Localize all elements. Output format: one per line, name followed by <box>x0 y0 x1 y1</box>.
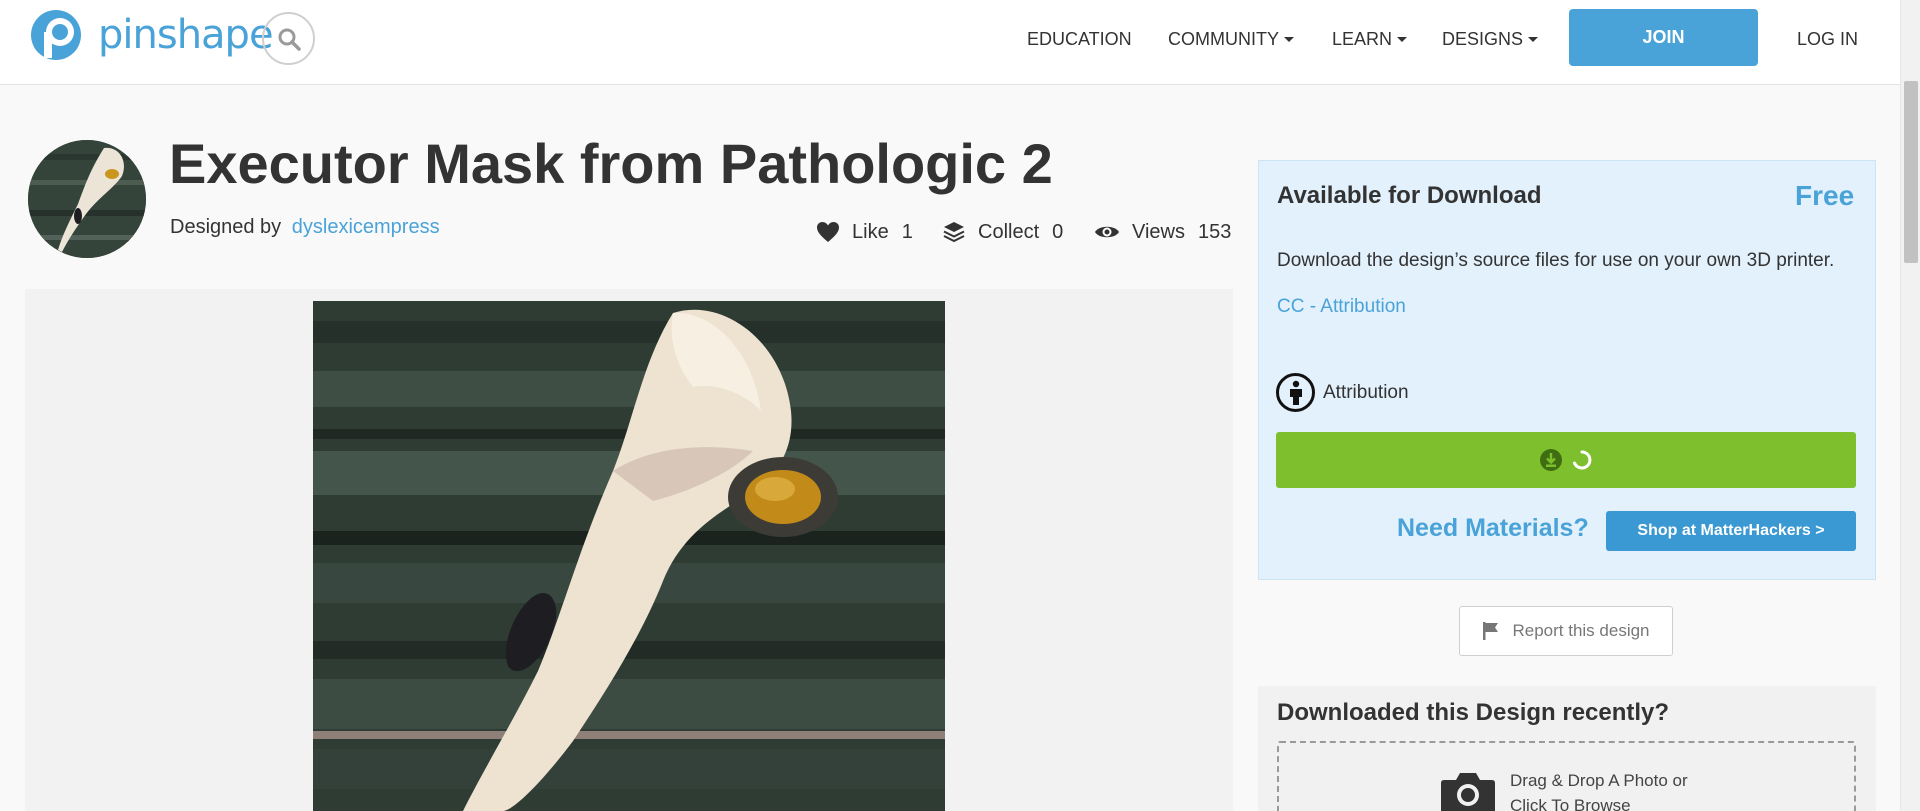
dropzone-line-1: Drag & Drop A Photo or <box>1510 771 1688 790</box>
nav-community[interactable]: COMMUNITY <box>1168 0 1294 78</box>
price-label: Free <box>1795 180 1855 211</box>
like-label: Like <box>852 220 889 243</box>
collect-label: Collect <box>978 220 1040 243</box>
flag-icon <box>1483 622 1499 640</box>
nav-designs[interactable]: DESIGNS <box>1442 0 1539 78</box>
search-button[interactable] <box>262 12 315 65</box>
download-button[interactable] <box>1276 432 1856 488</box>
join-button[interactable]: JOIN <box>1569 9 1758 66</box>
collect-count: 0 <box>1052 220 1064 243</box>
download-icon <box>1540 449 1562 471</box>
pinshape-logo-icon <box>31 10 81 60</box>
designed-by-label: Designed by <box>170 216 282 238</box>
caret-down-icon <box>1528 36 1539 42</box>
download-title: Available for Download <box>1277 182 1542 209</box>
designed-by: Designed by dyslexicempress <box>170 216 440 239</box>
camera-icon <box>1441 773 1495 811</box>
like-button[interactable]: Like 1 <box>816 216 913 248</box>
download-description: Download the design’s source files for u… <box>1277 250 1835 271</box>
caret-down-icon <box>1397 36 1408 42</box>
nav-learn[interactable]: LEARN <box>1332 0 1408 78</box>
attribution-label: Attribution <box>1323 381 1409 403</box>
nav-education[interactable]: EDUCATION <box>1027 0 1132 78</box>
avatar-image <box>28 140 146 258</box>
login-link[interactable]: LOG IN <box>1797 0 1858 78</box>
layers-icon <box>943 222 965 243</box>
caret-down-icon <box>1284 36 1294 42</box>
design-photo[interactable] <box>313 301 945 811</box>
shop-matterhackers-button[interactable]: Shop at MatterHackers > <box>1606 511 1856 551</box>
nav-designs-label: DESIGNS <box>1442 28 1524 49</box>
report-label: Report this design <box>1512 621 1650 640</box>
site-logo[interactable]: pinshape <box>26 8 274 62</box>
heart-icon <box>817 222 839 242</box>
eye-icon <box>1095 226 1119 238</box>
attribution-row: Attribution <box>1276 373 1409 412</box>
like-count: 1 <box>901 220 913 243</box>
designer-link[interactable]: dyslexicempress <box>292 216 440 238</box>
dropzone-line-2: Click To Browse <box>1510 796 1631 811</box>
attribution-person-icon <box>1276 373 1315 412</box>
nav-learn-label: LEARN <box>1332 28 1393 49</box>
logo-text: pinshape <box>98 12 274 58</box>
report-design-button[interactable]: Report this design <box>1459 606 1673 656</box>
dropzone-text: Drag & Drop A Photo or Click To Browse <box>1510 768 1688 811</box>
search-icon <box>278 28 301 51</box>
design-title: Executor Mask from Pathologic 2 <box>169 132 1053 195</box>
views-count: 153 <box>1198 220 1232 243</box>
designer-avatar[interactable] <box>28 140 146 258</box>
collect-button[interactable]: Collect 0 <box>942 216 1063 248</box>
scrollbar-thumb[interactable] <box>1904 81 1918 263</box>
site-header: pinshape EDUCATION COMMUNITY LEARN DESIG… <box>0 0 1900 85</box>
need-materials-label: Need Materials? <box>1397 514 1589 542</box>
login-label: LOG IN <box>1797 28 1859 49</box>
views-stat: Views 153 <box>1094 216 1231 248</box>
design-photo-image <box>313 301 945 811</box>
views-label: Views <box>1132 220 1185 243</box>
page-scrollbar[interactable] <box>1900 0 1920 811</box>
nav-community-label: COMMUNITY <box>1168 28 1279 49</box>
recent-download-title: Downloaded this Design recently? <box>1277 699 1670 726</box>
nav-education-label: EDUCATION <box>1027 28 1132 49</box>
loading-spinner-icon <box>1573 450 1592 470</box>
license-link[interactable]: CC - Attribution <box>1277 296 1406 318</box>
